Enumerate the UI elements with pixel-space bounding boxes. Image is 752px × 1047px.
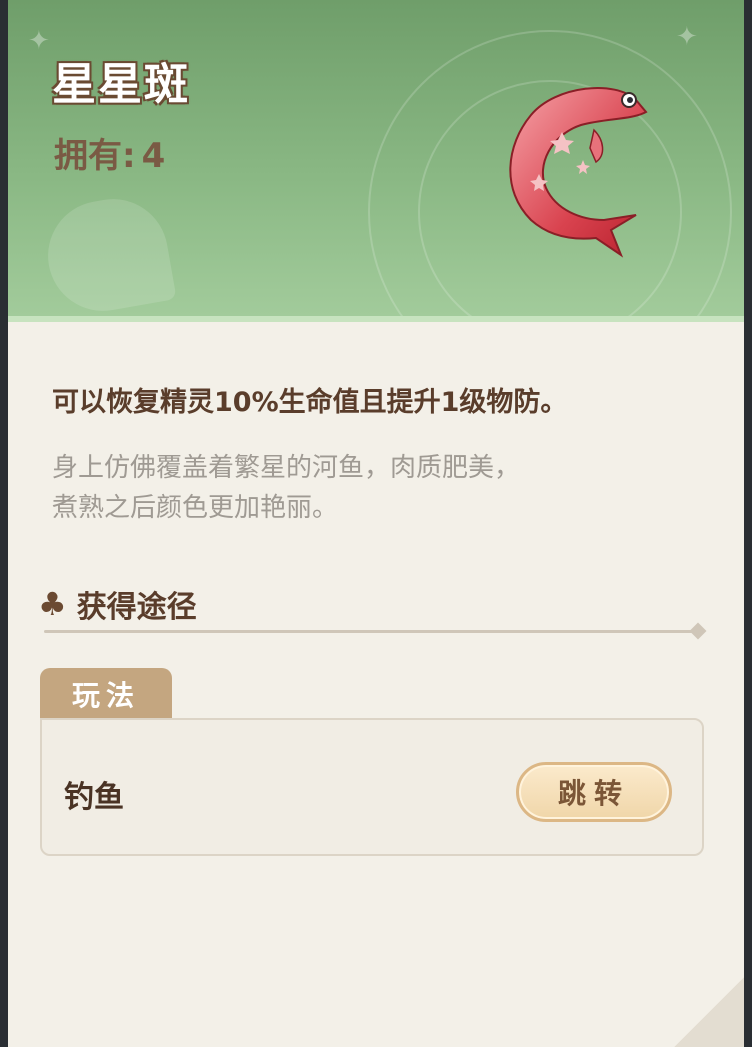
item-header: ✦ ✦ 星星斑 拥有: 4: [8, 0, 744, 322]
sparkle-icon: ✦: [28, 26, 50, 56]
item-detail-card: ✦ ✦ 星星斑 拥有: 4 可以恢复精灵10%生命值且提升1级物防。 身上仿佛覆…: [8, 0, 744, 1047]
clover-icon: ♣: [38, 585, 67, 623]
leaf-decor: [39, 190, 177, 320]
fish-icon: [509, 87, 648, 258]
acquire-title-text: 获得途径: [76, 590, 197, 625]
item-name: 星星斑: [52, 59, 190, 110]
owned-number: 4: [141, 136, 166, 176]
owned-count: 拥有: 4: [54, 128, 165, 177]
jump-button[interactable]: 跳转: [516, 762, 672, 822]
page-curl-decor: [674, 977, 744, 1047]
item-flavor-text: 身上仿佛覆盖着繁星的河鱼，肉质肥美， 煮熟之后颜色更加艳丽。: [52, 448, 712, 528]
divider-ornament: [689, 622, 707, 640]
acquire-method-label: 钓鱼: [64, 780, 124, 815]
item-effect: 可以恢复精灵10%生命值且提升1级物防。: [52, 387, 568, 418]
sparkle-icon: ✦: [676, 22, 698, 52]
acquire-section-title: ♣ 获得途径: [38, 582, 197, 626]
flavor-line: 煮熟之后颜色更加艳丽。: [52, 493, 339, 523]
acquire-method-box: 钓鱼 跳转: [40, 718, 704, 856]
tab-gameplay[interactable]: 玩法: [40, 668, 172, 720]
flavor-line: 身上仿佛覆盖着繁星的河鱼，肉质肥美，: [52, 453, 521, 483]
section-divider: [44, 630, 696, 633]
owned-label: 拥有:: [54, 136, 136, 176]
header-divider: [8, 316, 744, 322]
